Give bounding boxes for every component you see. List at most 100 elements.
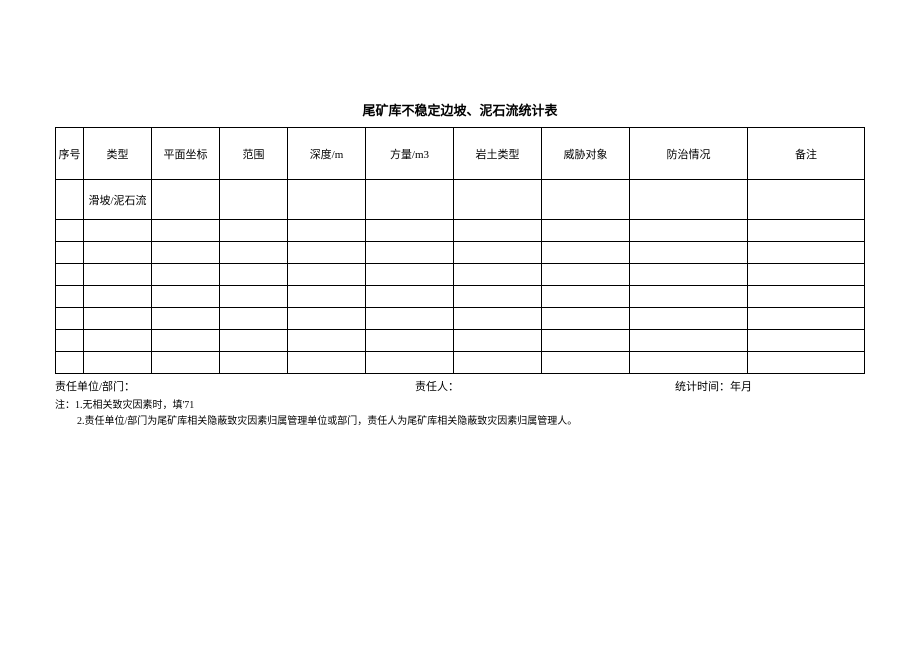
header-threat: 威胁对象 [542, 128, 630, 180]
cell-type [84, 242, 152, 264]
cell-depth [288, 180, 366, 220]
cell-seq [56, 352, 84, 374]
cell-range [220, 308, 288, 330]
responsible-unit-label: 责任单位/部门： [55, 378, 415, 394]
cell-rock [454, 220, 542, 242]
cell-volume [366, 352, 454, 374]
header-control: 防治情况 [630, 128, 748, 180]
cell-seq [56, 242, 84, 264]
cell-range [220, 330, 288, 352]
cell-range [220, 286, 288, 308]
page-title: 尾矿库不稳定边坡、泥石流统计表 [55, 100, 865, 119]
cell-remark [748, 352, 865, 374]
cell-remark [748, 220, 865, 242]
note-line-2: 2.责任单位/部门为尾矿库相关隐蔽致灾因素归属管理单位或部门，责任人为尾矿库相关… [55, 414, 865, 430]
table-body: 滑坡/泥石流 [56, 180, 865, 374]
cell-remark [748, 242, 865, 264]
cell-rock [454, 352, 542, 374]
cell-threat [542, 308, 630, 330]
cell-type [84, 308, 152, 330]
cell-range [220, 264, 288, 286]
cell-coord [152, 308, 220, 330]
cell-threat [542, 286, 630, 308]
cell-control [630, 352, 748, 374]
cell-type [84, 286, 152, 308]
cell-volume [366, 220, 454, 242]
header-remark: 备注 [748, 128, 865, 180]
cell-range [220, 242, 288, 264]
cell-remark [748, 264, 865, 286]
cell-volume [366, 308, 454, 330]
cell-seq [56, 330, 84, 352]
cell-rock [454, 286, 542, 308]
cell-remark [748, 330, 865, 352]
cell-depth [288, 286, 366, 308]
cell-range [220, 220, 288, 242]
cell-volume [366, 330, 454, 352]
cell-threat [542, 220, 630, 242]
notes-section: 注：1.无相关致灾因素时，填'71 2.责任单位/部门为尾矿库相关隐蔽致灾因素归… [55, 398, 865, 430]
cell-control [630, 286, 748, 308]
cell-coord [152, 180, 220, 220]
statistics-table: 序号 类型 平面坐标 范围 深度/m 方量/m3 岩土类型 威胁对象 防治情况 … [55, 127, 865, 374]
cell-depth [288, 242, 366, 264]
cell-volume [366, 264, 454, 286]
cell-depth [288, 352, 366, 374]
note-line-1: 注：1.无相关致灾因素时，填'71 [55, 398, 865, 414]
cell-remark [748, 308, 865, 330]
cell-depth [288, 308, 366, 330]
cell-type [84, 264, 152, 286]
cell-depth [288, 264, 366, 286]
cell-range [220, 352, 288, 374]
cell-rock [454, 242, 542, 264]
table-row [56, 352, 865, 374]
cell-control [630, 264, 748, 286]
header-range: 范围 [220, 128, 288, 180]
cell-coord [152, 330, 220, 352]
responsible-person-label: 责任人： [415, 378, 675, 394]
table-row [56, 330, 865, 352]
header-depth: 深度/m [288, 128, 366, 180]
footer-line: 责任单位/部门： 责任人： 统计时间：年月 [55, 378, 865, 394]
cell-rock [454, 264, 542, 286]
cell-control [630, 242, 748, 264]
cell-seq [56, 286, 84, 308]
cell-type: 滑坡/泥石流 [84, 180, 152, 220]
header-rock: 岩土类型 [454, 128, 542, 180]
cell-control [630, 180, 748, 220]
cell-volume [366, 242, 454, 264]
cell-range [220, 180, 288, 220]
cell-coord [152, 352, 220, 374]
cell-control [630, 220, 748, 242]
cell-coord [152, 220, 220, 242]
cell-coord [152, 242, 220, 264]
cell-coord [152, 264, 220, 286]
cell-type [84, 220, 152, 242]
cell-coord [152, 286, 220, 308]
statistics-time-label: 统计时间：年月 [675, 378, 865, 394]
table-row [56, 220, 865, 242]
header-volume: 方量/m3 [366, 128, 454, 180]
cell-volume [366, 286, 454, 308]
cell-volume [366, 180, 454, 220]
cell-threat [542, 352, 630, 374]
cell-rock [454, 180, 542, 220]
cell-type [84, 352, 152, 374]
table-row [56, 264, 865, 286]
cell-control [630, 330, 748, 352]
cell-remark [748, 286, 865, 308]
table-row: 滑坡/泥石流 [56, 180, 865, 220]
cell-threat [542, 242, 630, 264]
header-seq: 序号 [56, 128, 84, 180]
cell-threat [542, 330, 630, 352]
cell-control [630, 308, 748, 330]
cell-threat [542, 264, 630, 286]
table-row [56, 286, 865, 308]
header-type: 类型 [84, 128, 152, 180]
table-row [56, 308, 865, 330]
cell-type [84, 330, 152, 352]
cell-rock [454, 330, 542, 352]
cell-remark [748, 180, 865, 220]
table-header-row: 序号 类型 平面坐标 范围 深度/m 方量/m3 岩土类型 威胁对象 防治情况 … [56, 128, 865, 180]
cell-seq [56, 308, 84, 330]
